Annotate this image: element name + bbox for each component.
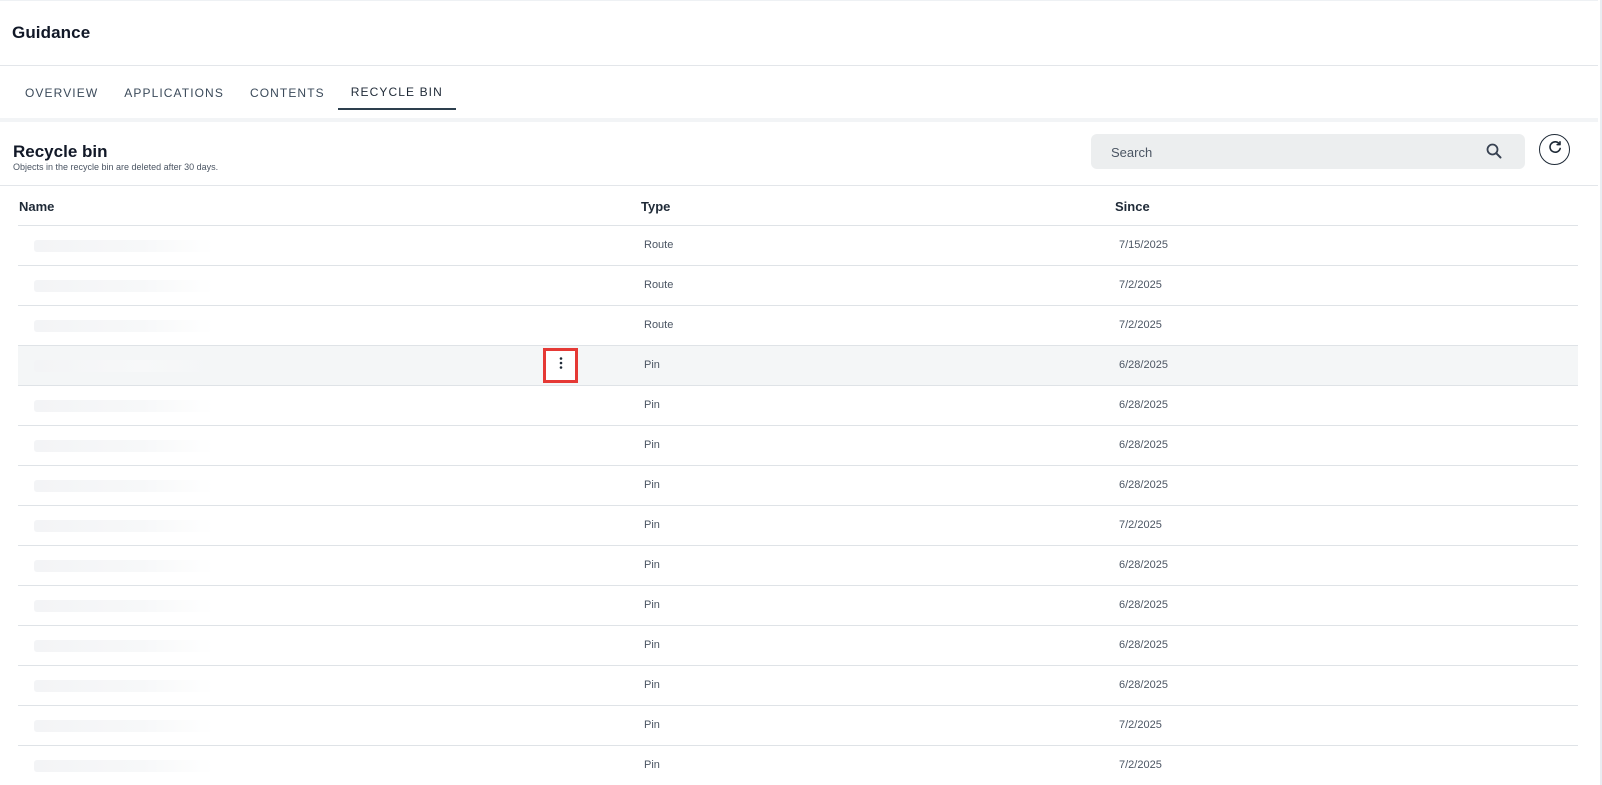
table-row-hovered[interactable]: Pin 6/28/2025 bbox=[18, 346, 1578, 386]
table-row[interactable]: Pin 6/28/2025 bbox=[18, 626, 1578, 666]
more-vertical-icon bbox=[558, 356, 564, 375]
table-row[interactable]: Route 7/2/2025 bbox=[18, 266, 1578, 306]
row-type-cell: Route bbox=[644, 239, 674, 251]
row-since-cell: 7/2/2025 bbox=[1119, 759, 1162, 771]
row-type-cell: Pin bbox=[644, 399, 660, 411]
row-since-cell: 6/28/2025 bbox=[1119, 359, 1168, 371]
row-name-cell bbox=[34, 280, 214, 292]
row-type-cell: Pin bbox=[644, 359, 660, 371]
table-row[interactable]: Pin 6/28/2025 bbox=[18, 586, 1578, 626]
search-icon[interactable] bbox=[1485, 142, 1503, 160]
column-header-since[interactable]: Since bbox=[1115, 199, 1150, 214]
row-type-cell: Pin bbox=[644, 719, 660, 731]
table-header: Name Type Since bbox=[18, 186, 1578, 226]
search-box bbox=[1091, 134, 1525, 171]
row-since-cell: 7/2/2025 bbox=[1119, 279, 1162, 291]
row-since-cell: 7/2/2025 bbox=[1119, 519, 1162, 531]
row-name-cell bbox=[34, 560, 214, 572]
row-name-cell bbox=[34, 600, 214, 612]
row-name-cell bbox=[34, 520, 214, 532]
row-name-cell bbox=[34, 720, 214, 732]
row-name-cell bbox=[34, 360, 214, 372]
tab-applications[interactable]: APPLICATIONS bbox=[111, 76, 237, 110]
row-type-cell: Pin bbox=[644, 759, 660, 771]
row-name-cell bbox=[34, 440, 214, 452]
row-type-cell: Pin bbox=[644, 519, 660, 531]
row-since-cell: 7/15/2025 bbox=[1119, 239, 1168, 251]
row-type-cell: Pin bbox=[644, 639, 660, 651]
column-header-type[interactable]: Type bbox=[641, 199, 670, 214]
row-name-cell bbox=[34, 400, 214, 412]
recycle-bin-page: Guidance OVERVIEW APPLICATIONS CONTENTS … bbox=[0, 0, 1602, 785]
table-row[interactable]: Pin 7/2/2025 bbox=[18, 506, 1578, 546]
row-name-cell bbox=[34, 640, 214, 652]
row-since-cell: 6/28/2025 bbox=[1119, 679, 1168, 691]
table-row[interactable]: Pin 6/28/2025 bbox=[18, 386, 1578, 426]
section-title: Recycle bin bbox=[13, 142, 108, 161]
row-since-cell: 6/28/2025 bbox=[1119, 439, 1168, 451]
refresh-icon bbox=[1547, 139, 1563, 160]
tab-overview[interactable]: OVERVIEW bbox=[12, 76, 111, 110]
row-since-cell: 6/28/2025 bbox=[1119, 479, 1168, 491]
refresh-button[interactable] bbox=[1539, 134, 1570, 165]
row-since-cell: 7/2/2025 bbox=[1119, 319, 1162, 331]
table-row[interactable]: Pin 6/28/2025 bbox=[18, 466, 1578, 506]
table-row[interactable]: Pin 6/28/2025 bbox=[18, 666, 1578, 706]
row-type-cell: Pin bbox=[644, 439, 660, 451]
row-type-cell: Route bbox=[644, 319, 674, 331]
row-since-cell: 6/28/2025 bbox=[1119, 399, 1168, 411]
row-name-cell bbox=[34, 680, 214, 692]
table-row[interactable]: Route 7/2/2025 bbox=[18, 306, 1578, 346]
column-header-name[interactable]: Name bbox=[19, 199, 54, 214]
table-row[interactable]: Pin 7/2/2025 bbox=[18, 746, 1578, 785]
row-since-cell: 7/2/2025 bbox=[1119, 719, 1162, 731]
row-type-cell: Pin bbox=[644, 599, 660, 611]
row-actions-button[interactable] bbox=[543, 348, 578, 383]
row-since-cell: 6/28/2025 bbox=[1119, 559, 1168, 571]
tab-divider bbox=[0, 118, 1598, 122]
page-header: Guidance bbox=[0, 0, 1598, 66]
search-input[interactable] bbox=[1091, 134, 1493, 171]
table-row[interactable]: Pin 6/28/2025 bbox=[18, 426, 1578, 466]
section-subtitle: Objects in the recycle bin are deleted a… bbox=[13, 162, 219, 172]
tab-bar: OVERVIEW APPLICATIONS CONTENTS RECYCLE B… bbox=[12, 76, 456, 112]
row-name-cell bbox=[34, 320, 214, 332]
row-name-cell bbox=[34, 240, 214, 252]
row-type-cell: Pin bbox=[644, 679, 660, 691]
row-type-cell: Route bbox=[644, 279, 674, 291]
table-row[interactable]: Route 7/15/2025 bbox=[18, 226, 1578, 266]
row-name-cell bbox=[34, 480, 214, 492]
row-type-cell: Pin bbox=[644, 479, 660, 491]
row-type-cell: Pin bbox=[644, 559, 660, 571]
tab-recycle-bin[interactable]: RECYCLE BIN bbox=[337, 76, 456, 110]
page-title: Guidance bbox=[12, 23, 91, 42]
table-row[interactable]: Pin 6/28/2025 bbox=[18, 546, 1578, 586]
table-row[interactable]: Pin 7/2/2025 bbox=[18, 706, 1578, 746]
row-since-cell: 6/28/2025 bbox=[1119, 639, 1168, 651]
recycle-bin-table: Name Type Since Route 7/15/2025 Route 7/… bbox=[18, 186, 1578, 785]
row-since-cell: 6/28/2025 bbox=[1119, 599, 1168, 611]
row-name-cell bbox=[34, 760, 214, 772]
tab-contents[interactable]: CONTENTS bbox=[237, 76, 338, 110]
